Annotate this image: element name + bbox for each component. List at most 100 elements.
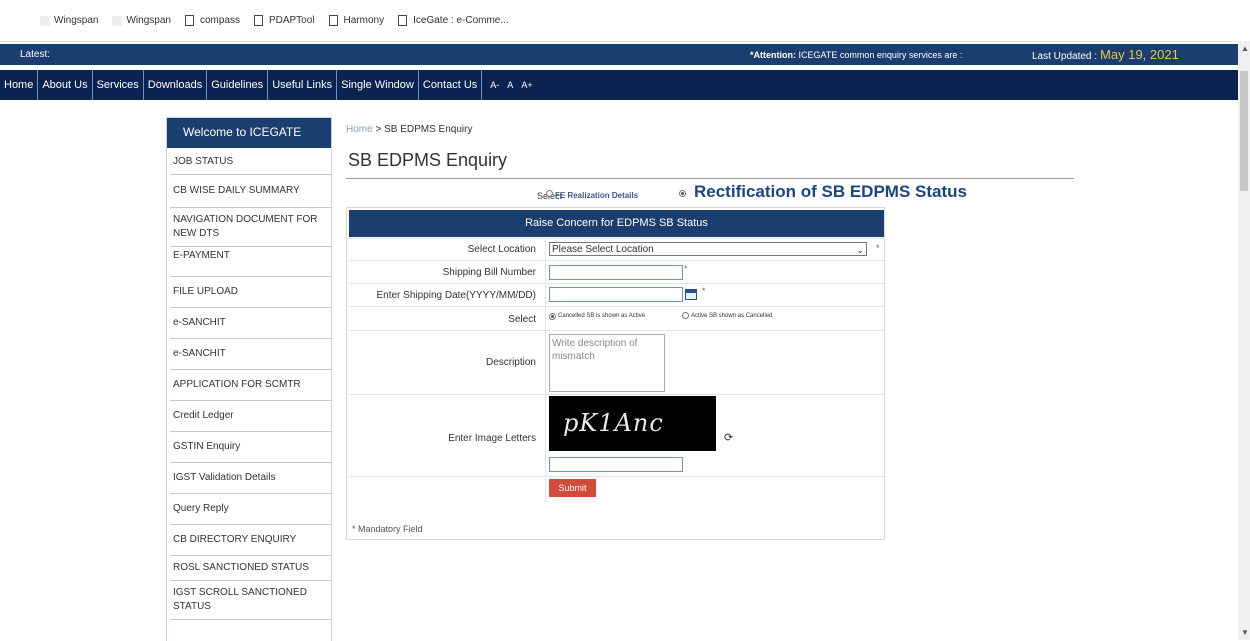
bookmark-harmony[interactable]: Harmony — [328, 15, 385, 26]
favicon-icon — [112, 15, 123, 26]
captcha-label: Enter Image Letters — [448, 433, 536, 444]
nav-downloads[interactable]: Downloads — [144, 70, 208, 100]
cancelled-shown-active-radio[interactable] — [549, 313, 556, 320]
sidebar-item-igst-validation-details[interactable]: IGST Validation Details — [170, 463, 331, 494]
sb-number-row: Shipping Bill Number * — [349, 260, 884, 284]
calendar-icon[interactable] — [685, 289, 697, 300]
favicon-icon — [40, 15, 50, 26]
sidebar-item-job-status[interactable]: JOB STATUS — [170, 150, 331, 175]
bookmark-pdaptool[interactable]: PDAPTool — [253, 15, 315, 26]
breadcrumb-home[interactable]: Home — [346, 124, 373, 135]
location-row: Select Location Please Select Location ⌄ … — [349, 238, 884, 261]
refresh-icon[interactable]: ⟳ — [724, 431, 733, 444]
required-mark: * — [702, 286, 706, 296]
sidebar-item-navigation-document[interactable]: NAVIGATION DOCUMENT FOR NEW DTS — [170, 208, 331, 247]
location-select[interactable]: Please Select Location ⌄ — [549, 242, 867, 256]
last-updated: Last Updated : May 19, 2021 — [1032, 47, 1179, 62]
row-divider — [545, 239, 546, 261]
nav-about-us[interactable]: About Us — [38, 70, 93, 100]
status-type-row: Select Cancelled SB is shown as Active A… — [349, 306, 884, 331]
nav-home[interactable]: Home — [0, 70, 39, 100]
breadcrumb: Home > SB EDPMS Enquiry — [346, 124, 472, 135]
sidebar-item-e-sanchit-1[interactable]: e-SANCHIT — [170, 308, 331, 339]
fe-realization-label[interactable]: FE Realization Details — [555, 191, 638, 200]
latest-label: Latest: — [20, 49, 51, 60]
bookmark-label: Harmony — [343, 15, 385, 26]
bookmark-label: PDAPTool — [268, 15, 315, 26]
sidebar-item-e-payment[interactable]: E-PAYMENT — [170, 247, 331, 277]
row-divider — [545, 284, 546, 307]
row-divider — [545, 261, 546, 284]
page-icon — [253, 15, 263, 26]
sb-number-input[interactable] — [549, 265, 683, 280]
form-header: Raise Concern for EDPMS SB Status — [349, 210, 884, 237]
nav-guidelines[interactable]: Guidelines — [207, 70, 269, 100]
captcha-image: pK1Anc — [549, 396, 716, 451]
row-divider — [545, 395, 546, 477]
rectification-radio[interactable] — [679, 190, 686, 197]
sidebar-item-query-reply[interactable]: Query Reply — [170, 494, 331, 525]
sidebar-item-rosl-sanctioned-status[interactable]: ROSL SANCTIONED STATUS — [170, 556, 331, 581]
sidebar-item-application-for-scmtr[interactable]: APPLICATION FOR SCMTR — [170, 370, 331, 401]
scrollbar-thumb[interactable] — [1240, 71, 1248, 191]
bookmark-label: Wingspan — [126, 15, 171, 26]
bookmarks-bar: Wingspan Wingspan compass PDAPTool Harmo… — [0, 0, 1250, 42]
sidebar-item-igst-scroll-sanctioned-status[interactable]: IGST SCROLL SANCTIONED STATUS — [170, 581, 331, 620]
sidebar-item-file-upload[interactable]: FILE UPLOAD — [170, 277, 331, 308]
bookmark-compass[interactable]: compass — [184, 15, 240, 26]
shipping-date-row: Enter Shipping Date(YYYY/MM/DD) * — [349, 283, 884, 307]
status-type-label: Select — [508, 314, 536, 325]
last-updated-date: May 19, 2021 — [1100, 47, 1179, 62]
rectification-label[interactable]: Rectification of SB EDPMS Status — [694, 182, 967, 202]
font-increase-button[interactable]: A+ — [521, 80, 532, 90]
cancelled-shown-active-label[interactable]: Cancelled SB is shown as Active — [558, 313, 645, 319]
bookmark-label: IceGate : e-Comme... — [413, 15, 509, 26]
enquiry-type-selector: Select FE Realization Details Rectificat… — [346, 182, 967, 205]
sidebar-item-cb-wise-daily-summary[interactable]: CB WISE DAILY SUMMARY — [170, 175, 331, 208]
bookmark-label: compass — [199, 15, 240, 26]
active-shown-cancelled-label[interactable]: Active SB shown as Cancelled — [691, 313, 772, 319]
description-row: Description Write description of mismatc… — [349, 330, 884, 395]
captcha-input[interactable] — [549, 457, 683, 472]
scroll-up-icon[interactable]: ▲ — [1241, 44, 1249, 53]
nav-useful-links[interactable]: Useful Links — [268, 70, 338, 100]
nav-single-window[interactable]: Single Window — [337, 70, 419, 100]
sidebar-item-cb-directory-enquiry[interactable]: CB DIRECTORY ENQUIRY — [170, 525, 331, 556]
nav-contact-us[interactable]: Contact Us — [419, 70, 483, 100]
sidebar-header: Welcome to ICEGATE — [167, 118, 331, 148]
page-icon — [184, 15, 194, 26]
page-icon — [398, 15, 408, 26]
shipping-date-input[interactable] — [549, 287, 683, 302]
bookmark-wingspan-1[interactable]: Wingspan — [40, 15, 98, 26]
sidebar-item-e-sanchit-2[interactable]: e-SANCHIT — [170, 339, 331, 370]
attention-text[interactable]: *Attention: ICEGATE common enquiry servi… — [750, 50, 962, 60]
description-textarea[interactable]: Write description of mismatch — [549, 334, 665, 392]
active-shown-cancelled-radio[interactable] — [682, 312, 689, 319]
font-decrease-button[interactable]: A- — [490, 80, 499, 90]
captcha-row: Enter Image Letters pK1Anc ⟳ — [349, 394, 884, 477]
row-divider — [545, 331, 546, 395]
bookmark-label: Wingspan — [54, 15, 99, 26]
concern-form: Raise Concern for EDPMS SB Status Select… — [346, 207, 885, 540]
page-icon — [328, 15, 338, 26]
nav-services[interactable]: Services — [93, 70, 144, 100]
chevron-down-icon: ⌄ — [856, 245, 864, 255]
bookmark-icegate[interactable]: IceGate : e-Comme... — [398, 15, 509, 26]
sidebar-item-gstin-enquiry[interactable]: GSTIN Enquiry — [170, 432, 331, 463]
bookmark-wingspan-2[interactable]: Wingspan — [112, 15, 171, 26]
required-mark: * — [684, 264, 688, 274]
page-scrollbar[interactable]: ▲ ▼ — [1238, 41, 1250, 640]
sidebar: Welcome to ICEGATE JOB STATUS CB WISE DA… — [166, 117, 332, 641]
location-selected-value: Please Select Location — [552, 244, 654, 255]
sidebar-item-credit-ledger[interactable]: Credit Ledger — [170, 401, 331, 432]
fe-realization-radio[interactable] — [546, 190, 553, 197]
main-nav: Home About Us Services Downloads Guideli… — [0, 70, 1238, 100]
font-normal-button[interactable]: A — [507, 80, 513, 90]
submit-row: Submit — [349, 476, 884, 501]
submit-button[interactable]: Submit — [549, 479, 596, 497]
latest-ticker: Latest: *Attention: ICEGATE common enqui… — [0, 44, 1238, 65]
location-label: Select Location — [467, 244, 536, 255]
scroll-down-icon[interactable]: ▼ — [1241, 628, 1249, 637]
attention-message: ICEGATE common enquiry services are : — [798, 49, 963, 60]
required-mark: * — [876, 243, 880, 253]
